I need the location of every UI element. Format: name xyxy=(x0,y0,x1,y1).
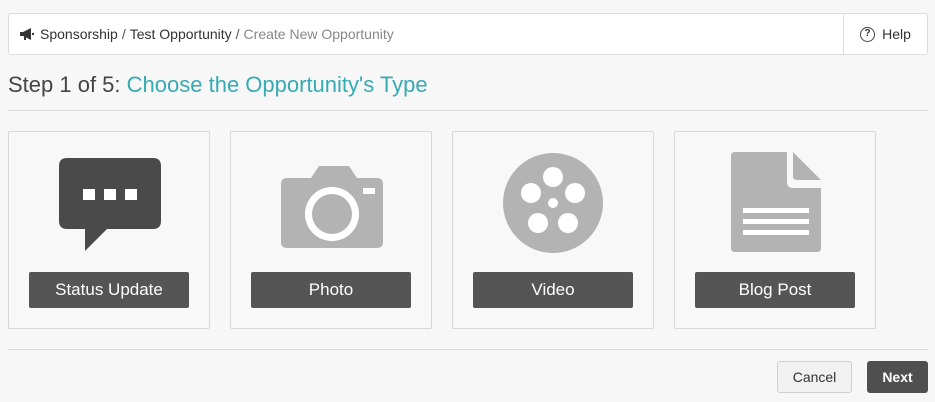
breadcrumb-separator: / xyxy=(235,26,240,42)
page-title: Step 1 of 5: Choose the Opportunity's Ty… xyxy=(8,71,428,99)
type-label: Photo xyxy=(251,272,411,308)
divider xyxy=(8,110,928,111)
document-icon xyxy=(731,152,821,252)
help-label: Help xyxy=(882,26,911,42)
type-card-blog-post[interactable]: Blog Post xyxy=(674,131,876,329)
question-circle-icon: ? xyxy=(860,26,876,42)
chat-bubble-icon xyxy=(59,158,161,251)
breadcrumb-sponsorship[interactable]: Sponsorship xyxy=(40,26,118,42)
breadcrumb-bar: Sponsorship / Test Opportunity / Create … xyxy=(8,13,928,55)
breadcrumb-separator: / xyxy=(121,26,126,42)
breadcrumb-test-opportunity[interactable]: Test Opportunity xyxy=(130,26,232,42)
type-label: Status Update xyxy=(29,272,189,308)
camera-icon xyxy=(281,166,383,248)
cancel-button[interactable]: Cancel xyxy=(777,361,852,393)
type-card-photo[interactable]: Photo xyxy=(230,131,432,329)
next-button[interactable]: Next xyxy=(867,361,928,393)
megaphone-icon xyxy=(20,28,34,40)
type-label: Video xyxy=(473,272,633,308)
divider xyxy=(8,349,928,350)
help-button[interactable]: ? Help xyxy=(843,14,927,54)
type-card-status-update[interactable]: Status Update xyxy=(8,131,210,329)
breadcrumb: Sponsorship / Test Opportunity / Create … xyxy=(9,26,843,42)
step-indicator: Step 1 of 5: xyxy=(8,72,121,97)
type-card-video[interactable]: Video xyxy=(452,131,654,329)
breadcrumb-current: Create New Opportunity xyxy=(243,26,394,42)
film-reel-icon xyxy=(503,153,603,253)
type-label: Blog Post xyxy=(695,272,855,308)
step-title: Choose the Opportunity's Type xyxy=(126,72,428,97)
